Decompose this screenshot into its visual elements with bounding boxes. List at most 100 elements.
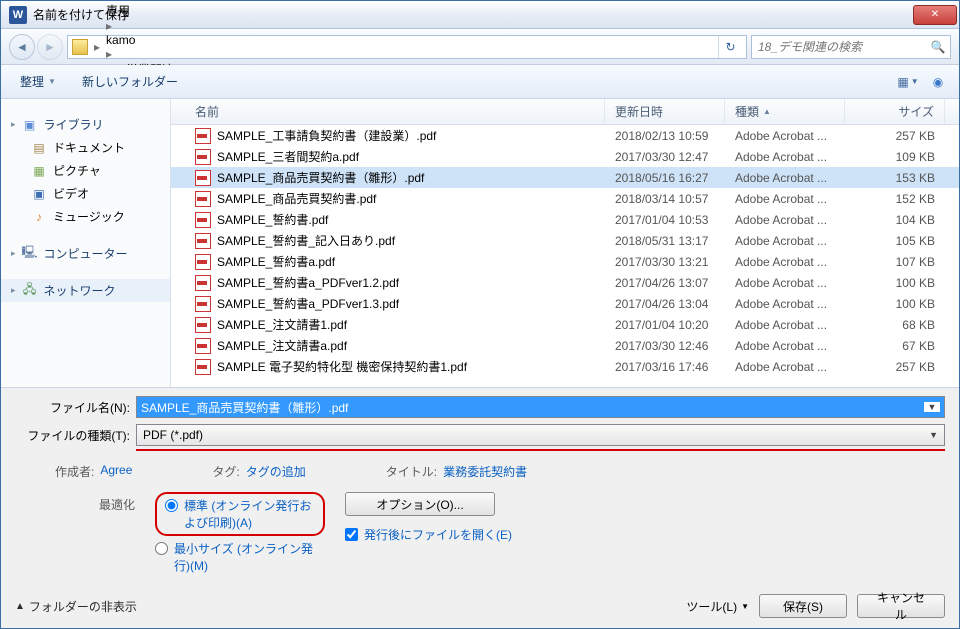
view-button[interactable]: ▦▼ — [895, 71, 921, 93]
search-input[interactable] — [752, 40, 926, 54]
bottom-panel: ファイル名(N): SAMPLE_商品売買契約書（雛形）.pdf ▼ ファイルの… — [1, 388, 959, 584]
options-button[interactable]: オプション(O)... — [345, 492, 495, 516]
file-list: 名前 更新日時 種類▲ サイズ SAMPLE_工事請負契約書（建設業）.pdf 2… — [171, 99, 959, 387]
documents-icon: ▤ — [31, 140, 47, 156]
title-value[interactable]: 業務委託契約書 — [443, 463, 527, 480]
close-button[interactable]: ✕ — [913, 5, 957, 25]
file-type: Adobe Acrobat ... — [725, 255, 845, 269]
file-row[interactable]: SAMPLE_誓約書_記入日あり.pdf 2018/05/31 13:17Adob… — [171, 230, 959, 251]
file-row[interactable]: SAMPLE_誓約書.pdf2017/01/04 10:53Adobe Acro… — [171, 209, 959, 230]
help-icon[interactable]: ◉ — [925, 71, 951, 93]
nav-network[interactable]: ▸🖧ネットワーク — [1, 279, 170, 302]
chevron-down-icon[interactable]: ▼ — [929, 430, 938, 440]
breadcrumb[interactable]: ▸ 電子契約サービス推進室 ▸ 専用 ▸ kamo ▸ 10_営業関連 ▸ 18… — [67, 35, 747, 59]
chevron-right-icon: ▸ — [106, 19, 112, 33]
breadcrumb-item[interactable]: kamo — [106, 33, 238, 47]
nav-forward-button[interactable]: ► — [37, 34, 63, 60]
file-date: 2017/01/04 10:20 — [605, 318, 725, 332]
author-label: 作成者: — [55, 463, 94, 480]
library-icon: ▣ — [22, 117, 38, 133]
nav-videos[interactable]: ▣ビデオ — [1, 182, 170, 205]
search-box[interactable]: 🔍 — [751, 35, 951, 59]
cancel-button[interactable]: キャンセル — [857, 594, 945, 618]
file-row[interactable]: SAMPLE_注文請書1.pdf2017/01/04 10:20Adobe Ac… — [171, 314, 959, 335]
file-type: Adobe Acrobat ... — [725, 297, 845, 311]
file-row[interactable]: SAMPLE 電子契約特化型 機密保持契約書1.pdf2017/03/16 17… — [171, 356, 959, 377]
computer-icon: 🖳 — [22, 246, 38, 262]
organize-label: 整理 — [20, 73, 44, 90]
file-name: SAMPLE_三者間契約a.pdf — [217, 148, 359, 165]
organize-button[interactable]: 整理 ▼ — [9, 70, 67, 94]
metadata-row: 作成者:Agree タグ:タグの追加 タイトル:業務委託契約書 — [15, 459, 945, 482]
col-date[interactable]: 更新日時 — [605, 99, 725, 124]
save-button[interactable]: 保存(S) — [759, 594, 847, 618]
file-type: Adobe Acrobat ... — [725, 234, 845, 248]
file-type: Adobe Acrobat ... — [725, 150, 845, 164]
file-date: 2018/05/16 16:27 — [605, 171, 725, 185]
pdf-icon — [195, 212, 211, 228]
file-row[interactable]: SAMPLE_商品売買契約書.pdf2018/03/14 10:57Adobe … — [171, 188, 959, 209]
file-size: 257 KB — [845, 129, 945, 143]
open-after-checkbox[interactable]: 発行後にファイルを開く(E) — [345, 526, 512, 543]
file-size: 105 KB — [845, 234, 945, 248]
videos-icon: ▣ — [31, 186, 47, 202]
file-date: 2018/03/14 10:57 — [605, 192, 725, 206]
pdf-icon — [195, 149, 211, 165]
col-type[interactable]: 種類▲ — [725, 99, 845, 124]
file-date: 2017/03/30 12:46 — [605, 339, 725, 353]
file-name: SAMPLE_注文請書a.pdf — [217, 337, 347, 354]
filename-label: ファイル名(N): — [15, 399, 130, 416]
chevron-down-icon[interactable]: ▼ — [924, 402, 940, 412]
filename-input[interactable]: SAMPLE_商品売買契約書（雛形）.pdf ▼ — [136, 396, 945, 418]
chevron-right-icon: ▸ — [94, 40, 100, 54]
nav-documents[interactable]: ▤ドキュメント — [1, 136, 170, 159]
refresh-button[interactable]: ↻ — [718, 36, 742, 58]
file-name: SAMPLE_商品売買契約書（雛形）.pdf — [217, 169, 424, 186]
file-date: 2018/05/31 13:17 — [605, 234, 725, 248]
breadcrumb-item[interactable]: 専用 — [106, 2, 238, 19]
music-icon: ♪ — [31, 209, 47, 225]
pdf-icon — [195, 338, 211, 354]
file-size: 100 KB — [845, 276, 945, 290]
title-label: タイトル: — [386, 463, 437, 480]
nav-libraries[interactable]: ▸▣ライブラリ — [1, 113, 170, 136]
file-date: 2017/03/30 12:47 — [605, 150, 725, 164]
optimize-standard-radio[interactable]: 標準 (オンライン発行および印刷)(A) — [155, 492, 325, 536]
file-row[interactable]: SAMPLE_工事請負契約書（建設業）.pdf2018/02/13 10:59A… — [171, 125, 959, 146]
nav-pictures[interactable]: ▦ピクチャ — [1, 159, 170, 182]
author-value[interactable]: Agree — [100, 463, 132, 480]
highlight-underline — [136, 449, 945, 451]
file-name: SAMPLE_工事請負契約書（建設業）.pdf — [217, 127, 436, 144]
file-row[interactable]: SAMPLE_商品売買契約書（雛形）.pdf 2018/05/16 16:27Ad… — [171, 167, 959, 188]
file-date: 2018/02/13 10:59 — [605, 129, 725, 143]
file-row[interactable]: SAMPLE_三者間契約a.pdf 2017/03/30 12:47Adobe A… — [171, 146, 959, 167]
hide-folders-button[interactable]: ▲ フォルダーの非表示 — [15, 598, 137, 615]
pdf-icon — [195, 170, 211, 186]
new-folder-button[interactable]: 新しいフォルダー — [71, 70, 189, 94]
file-type: Adobe Acrobat ... — [725, 276, 845, 290]
nav-music[interactable]: ♪ミュージック — [1, 205, 170, 228]
tools-button[interactable]: ツール(L) ▼ — [686, 598, 749, 615]
file-name: SAMPLE_誓約書_記入日あり.pdf — [217, 232, 395, 249]
nav-computer[interactable]: ▸🖳コンピューター — [1, 242, 170, 265]
nav-back-button[interactable]: ◄ — [9, 34, 35, 60]
pdf-icon — [195, 128, 211, 144]
file-row[interactable]: SAMPLE_注文請書a.pdf2017/03/30 12:46Adobe Ac… — [171, 335, 959, 356]
file-row[interactable]: SAMPLE_誓約書a_PDFver1.2.pdf2017/04/26 13:0… — [171, 272, 959, 293]
optimize-minimum-radio[interactable]: 最小サイズ (オンライン発行)(M) — [155, 540, 325, 574]
col-size[interactable]: サイズ — [845, 99, 945, 124]
col-name[interactable]: 名前 — [185, 99, 605, 124]
file-size: 153 KB — [845, 171, 945, 185]
search-icon: 🔍 — [926, 40, 950, 54]
tag-value[interactable]: タグの追加 — [246, 463, 306, 480]
file-date: 2017/04/26 13:04 — [605, 297, 725, 311]
chevron-up-icon: ▲ — [15, 601, 25, 612]
pdf-icon — [195, 254, 211, 270]
file-row[interactable]: SAMPLE_誓約書a.pdf2017/03/30 13:21Adobe Acr… — [171, 251, 959, 272]
file-size: 67 KB — [845, 339, 945, 353]
file-row[interactable]: SAMPLE_誓約書a_PDFver1.3.pdf2017/04/26 13:0… — [171, 293, 959, 314]
file-size: 107 KB — [845, 255, 945, 269]
file-type: Adobe Acrobat ... — [725, 171, 845, 185]
file-size: 68 KB — [845, 318, 945, 332]
filetype-combo[interactable]: PDF (*.pdf) ▼ — [136, 424, 945, 446]
